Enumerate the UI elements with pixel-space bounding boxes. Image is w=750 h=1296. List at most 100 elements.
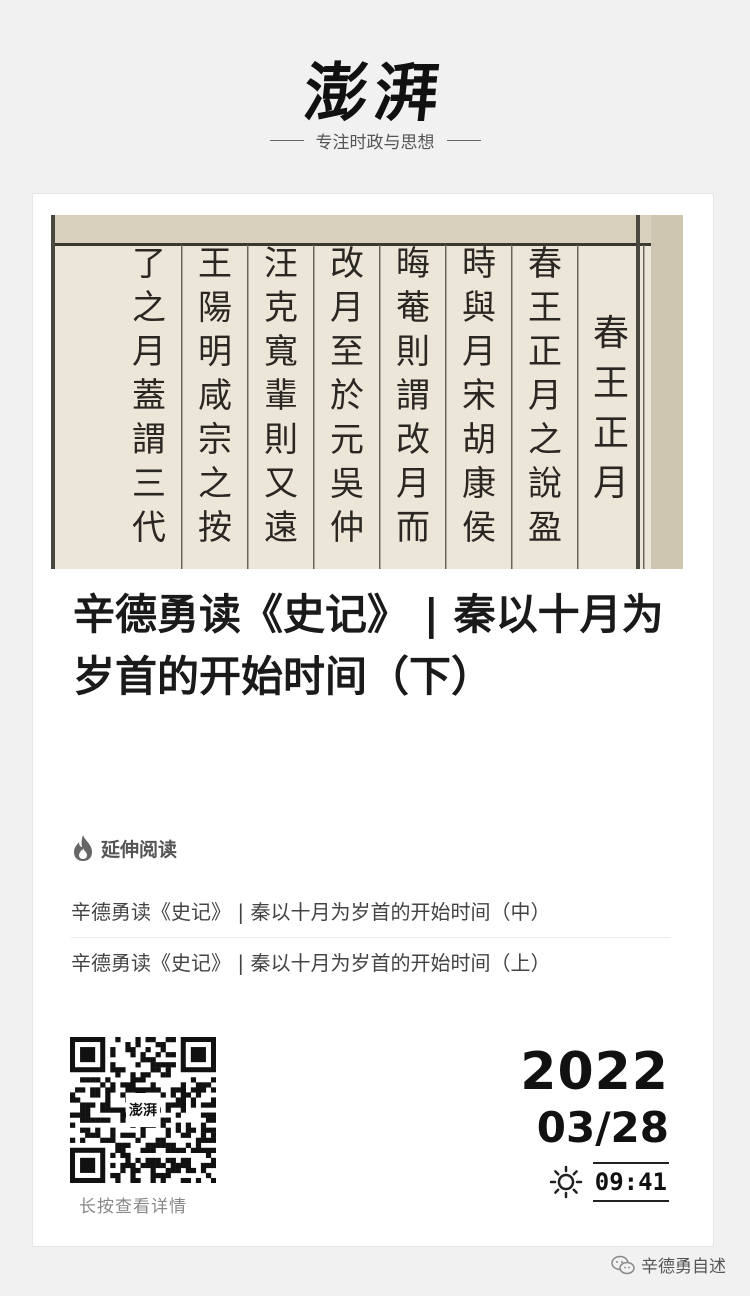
- qr-cell: [185, 1177, 192, 1183]
- cover-glyph: 王: [528, 288, 562, 328]
- cover-glyph: 月: [330, 288, 364, 328]
- qr-cell: [200, 1087, 207, 1093]
- cover-glyph: 克: [264, 288, 298, 328]
- qr-cell: [160, 1042, 166, 1048]
- cover-glyph: 春: [593, 313, 629, 354]
- cover-image[interactable]: 春王正月春王正月之說盈時與月宋胡康侯晦菴則謂改月而改月至於元吳仲汪克寬輩則又遠王…: [51, 215, 683, 569]
- qr-cell: [145, 1087, 151, 1093]
- qr-cell: [115, 1067, 121, 1073]
- qr-cell: [200, 1137, 207, 1143]
- qr-cell: [110, 1087, 116, 1093]
- qr-cell: [135, 1042, 141, 1048]
- qr-cell: [75, 1097, 81, 1103]
- qr-cell: [120, 1132, 126, 1138]
- qr-cell: [110, 1132, 116, 1138]
- qr-cell: [200, 1162, 207, 1169]
- qr-cell: [100, 1107, 106, 1113]
- qr-cell: [150, 1087, 156, 1093]
- cover-column-rule: [247, 245, 249, 569]
- qr-cell: [205, 1112, 212, 1118]
- qr-cell: [155, 1042, 161, 1048]
- qr-cell: [210, 1177, 216, 1183]
- qr-cell: [165, 1072, 171, 1078]
- qr-cell: [210, 1147, 216, 1153]
- qr-cell: [125, 1087, 131, 1093]
- qr-cell: [130, 1167, 136, 1174]
- qr-cell: [110, 1137, 116, 1143]
- qr-cell: [105, 1087, 111, 1093]
- cover-glyph: 元: [330, 420, 364, 460]
- cover-glyph: 說: [528, 464, 562, 504]
- qr-cell: [210, 1117, 216, 1123]
- slogan-row: 专注时政与思想: [0, 128, 750, 153]
- qr-cell: [90, 1132, 96, 1138]
- related-item-upper[interactable]: 辛德勇读《史记》 | 秦以十月为岁首的开始时间（上）: [71, 938, 671, 988]
- qr-cell: [80, 1087, 86, 1093]
- qr-cell: [80, 1077, 86, 1083]
- qr-cell: [145, 1047, 151, 1053]
- cover-glyph: 宗: [198, 420, 232, 460]
- qr-cell: [175, 1102, 181, 1108]
- qr-cell: [210, 1097, 216, 1103]
- cover-glyph: 之: [528, 420, 562, 460]
- qr-cell: [120, 1092, 126, 1098]
- qr-cell: [70, 1112, 76, 1118]
- qr-cell: [85, 1107, 91, 1113]
- cover-glyph: 寬: [264, 332, 298, 372]
- qr-cell: [80, 1127, 86, 1133]
- related-reading-text: 延伸阅读: [101, 838, 178, 861]
- cover-glyph: 三: [132, 464, 166, 504]
- qr-cell: [150, 1172, 156, 1179]
- qr-cell: [80, 1117, 86, 1123]
- qr-cell: [175, 1122, 181, 1128]
- qr-cell: [160, 1062, 166, 1068]
- qr-cell: [205, 1117, 212, 1123]
- qr-cell: [150, 1037, 156, 1043]
- qr-cell: [205, 1152, 212, 1159]
- qr-cell: [100, 1082, 106, 1088]
- qr-cell: [110, 1067, 116, 1073]
- cover-glyph: 而: [396, 508, 430, 548]
- masthead: 澎湃 专注时政与思想: [0, 0, 750, 190]
- sun-icon: [549, 1165, 582, 1199]
- qr-cell: [130, 1132, 136, 1138]
- qr-cell: [195, 1087, 202, 1093]
- cover-glyph: 輩: [264, 376, 298, 416]
- qr-cell: [180, 1132, 186, 1138]
- cover-glyph: 月: [396, 464, 430, 504]
- qr-cell: [200, 1132, 207, 1138]
- related-reading-label: 延伸阅读: [71, 834, 177, 862]
- cover-glyph: 晦: [396, 244, 430, 284]
- cover-glyph: 謂: [132, 420, 166, 460]
- qr-cell: [165, 1102, 171, 1108]
- qr-cell: [120, 1147, 126, 1153]
- qr-cell: [165, 1037, 171, 1043]
- qr-code[interactable]: 澎湃: [70, 1037, 216, 1183]
- qr-cell: [95, 1117, 101, 1123]
- qr-cell: [205, 1137, 212, 1143]
- cover-column-rule: [379, 245, 381, 569]
- qr-cell: [205, 1127, 212, 1133]
- cover-glyph: 王: [593, 363, 629, 404]
- cover-glyph: 王: [198, 244, 232, 284]
- qr-cell: [110, 1062, 116, 1068]
- qr-cell: [205, 1172, 212, 1179]
- qr-cell: [160, 1162, 166, 1169]
- cover-glyph: 明: [198, 332, 232, 372]
- qr-cell: [125, 1082, 131, 1088]
- qr-cell: [175, 1147, 181, 1153]
- qr-cell: [185, 1127, 192, 1133]
- article-headline[interactable]: 辛德勇读《史记》 | 秦以十月为岁首的开始时间（下）: [73, 584, 673, 708]
- qr-center-logo: 澎湃: [129, 1102, 157, 1119]
- qr-cell: [85, 1112, 91, 1118]
- qr-cell: [145, 1057, 151, 1063]
- qr-cell: [105, 1107, 111, 1113]
- qr-cell: [205, 1082, 212, 1088]
- qr-cell: [140, 1162, 146, 1169]
- qr-cell: [165, 1117, 171, 1123]
- qr-cell: [180, 1082, 186, 1088]
- qr-cell: [130, 1077, 136, 1083]
- cover-glyph: 正: [528, 332, 562, 372]
- related-item-middle[interactable]: 辛德勇读《史记》 | 秦以十月为岁首的开始时间（中）: [71, 887, 671, 938]
- qr-cell: [90, 1077, 96, 1083]
